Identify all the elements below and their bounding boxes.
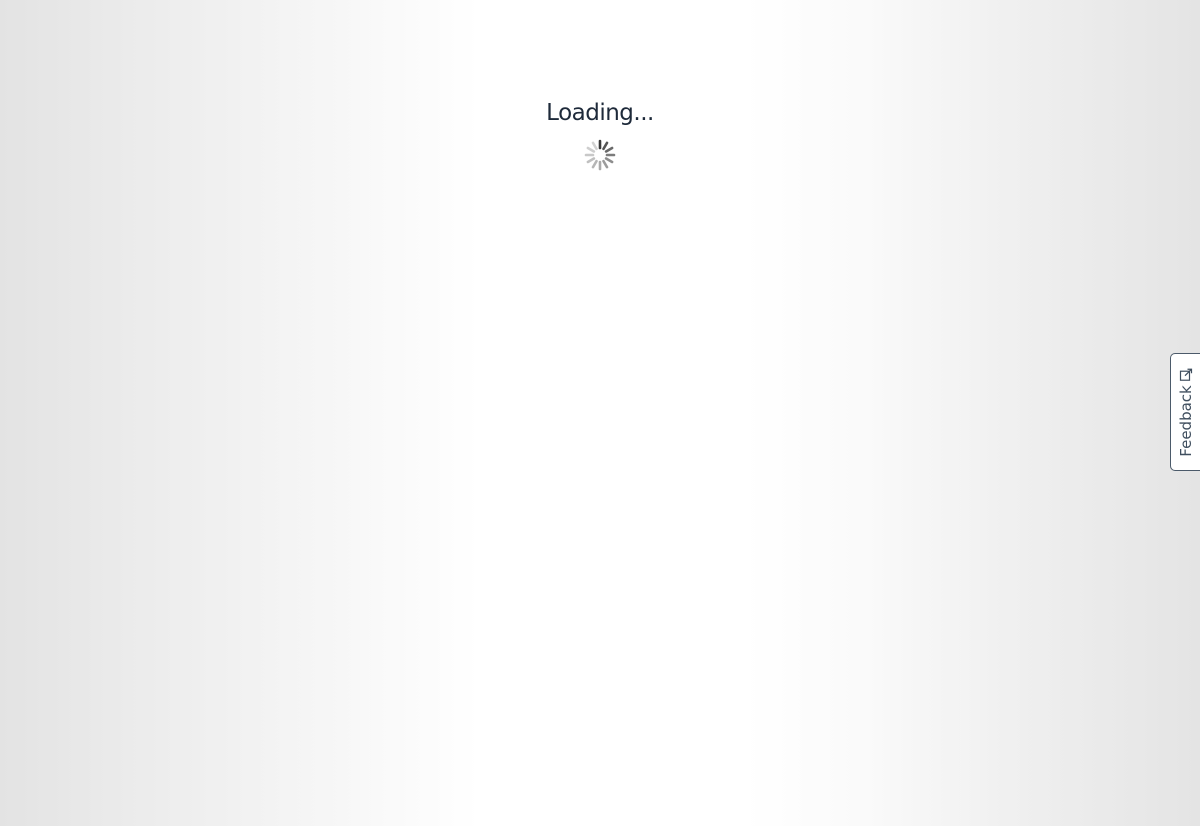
external-link-icon [1179,368,1192,381]
loading-panel: Loading... [0,98,1200,172]
feedback-tab-button[interactable]: Feedback [1170,353,1200,471]
loading-text: Loading... [546,100,654,126]
feedback-label: Feedback [1176,385,1195,457]
loading-spinner-icon [584,139,616,171]
feedback-tab-content: Feedback [1176,367,1195,457]
